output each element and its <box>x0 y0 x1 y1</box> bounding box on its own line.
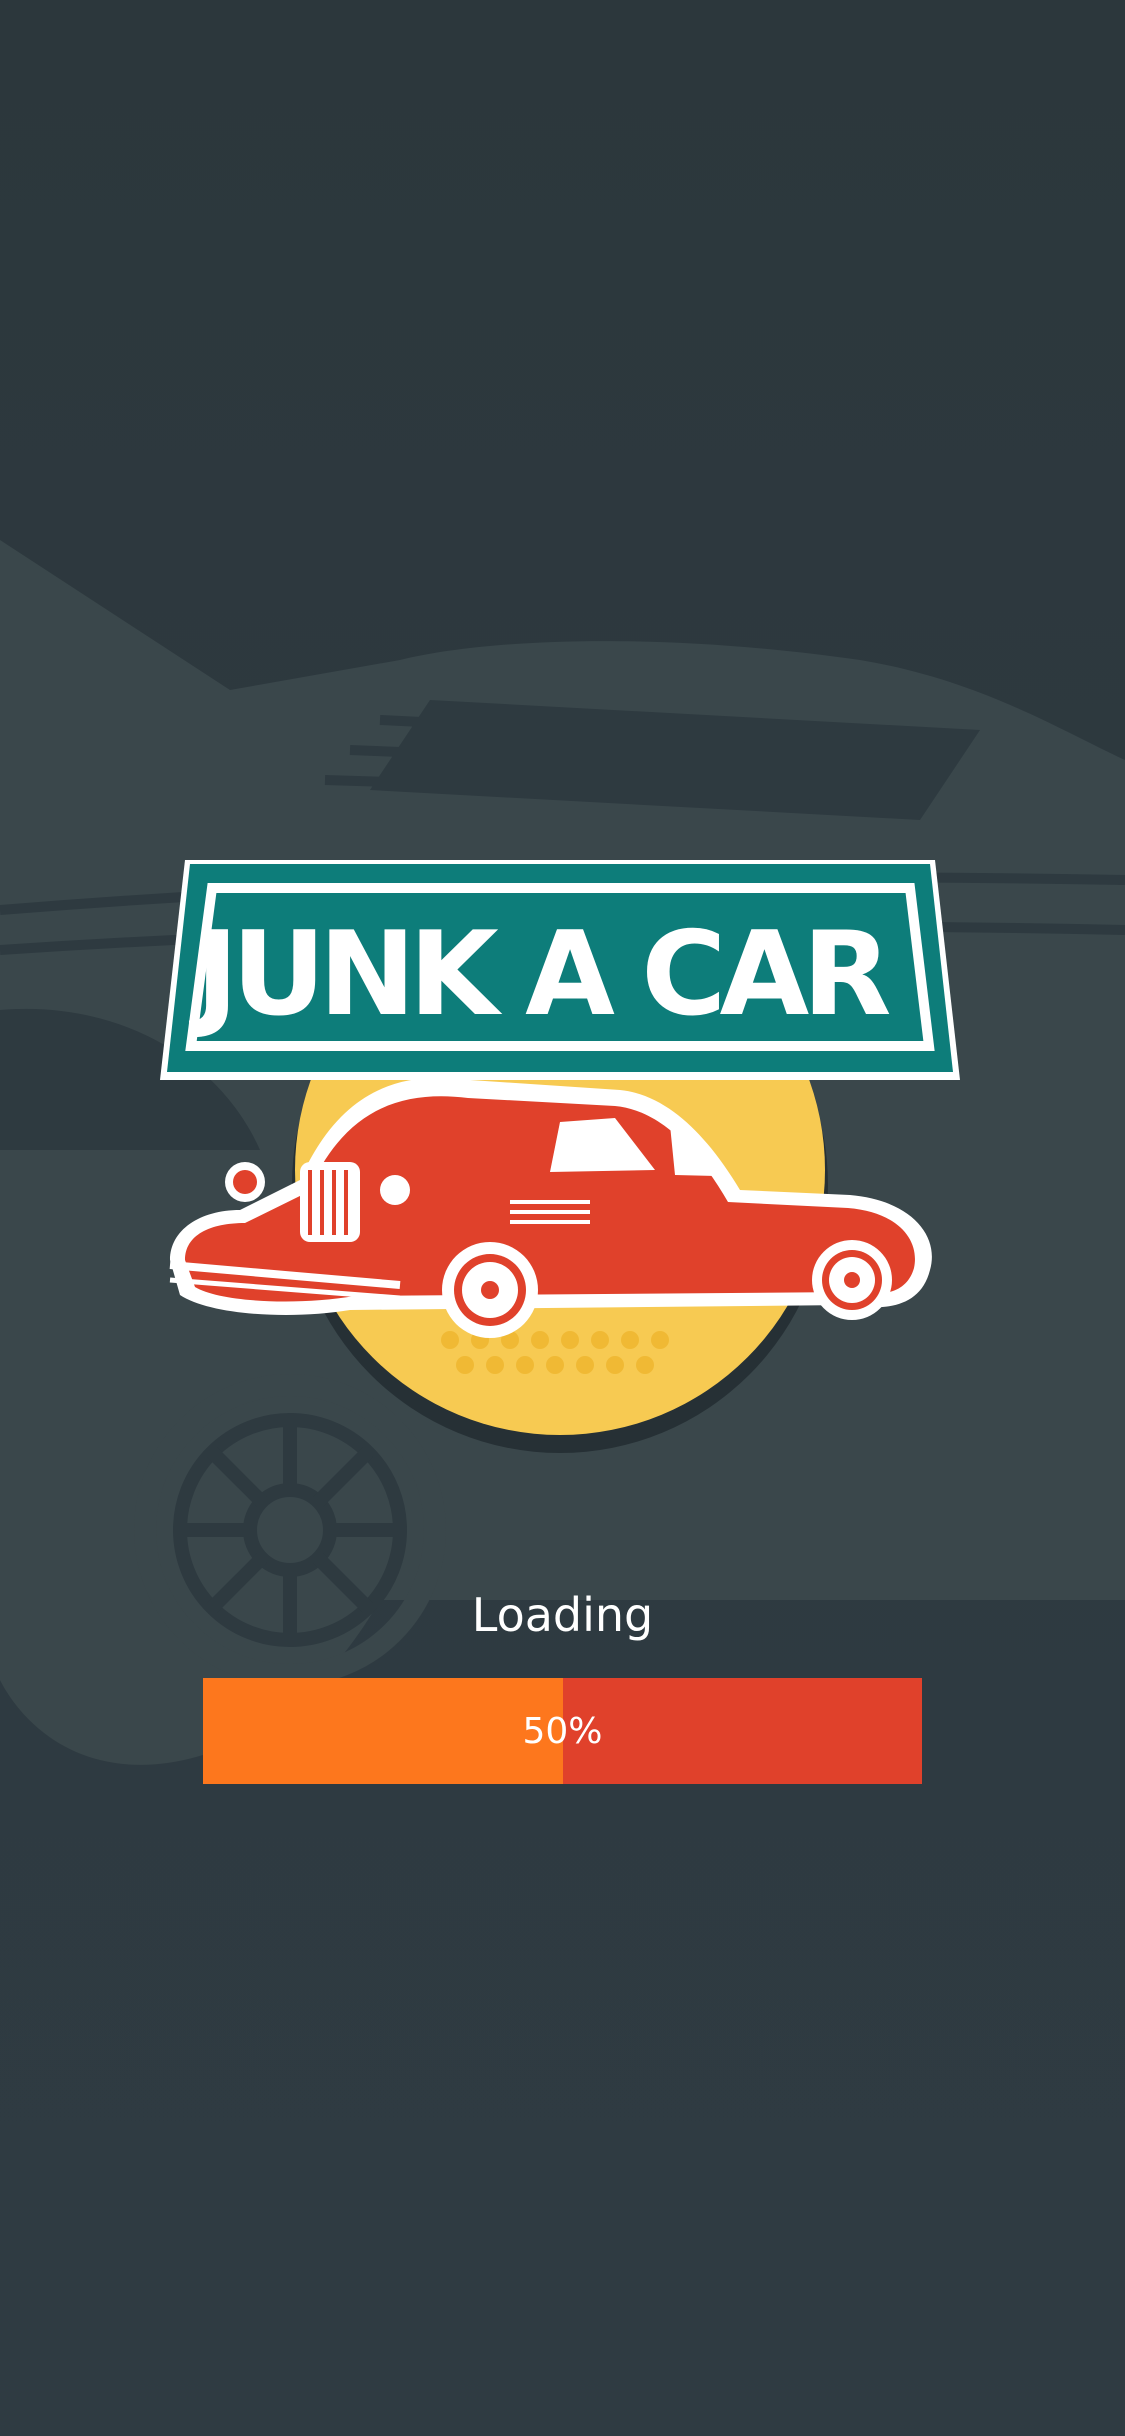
loading-progress-bar: 50% <box>203 1678 922 1784</box>
loading-label: Loading <box>471 1588 654 1642</box>
progress-percentage: 50% <box>522 1710 603 1752</box>
logo-title: JUNK A CAR <box>195 907 891 1042</box>
